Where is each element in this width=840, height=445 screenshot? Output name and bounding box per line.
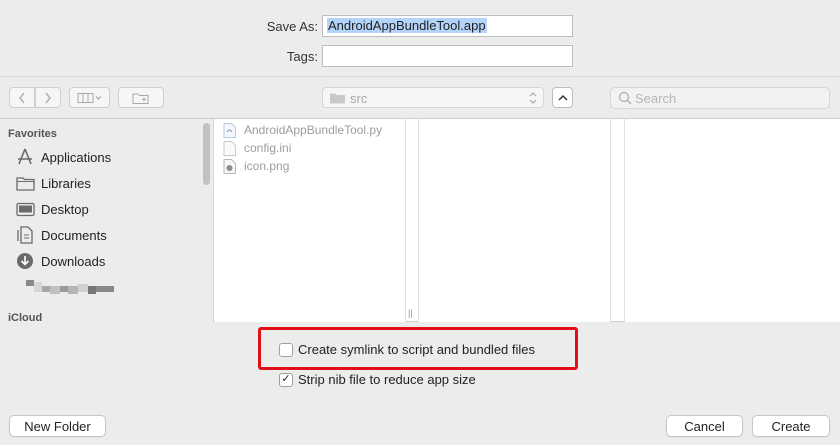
sidebar: Favorites Applications Libraries Desktop… [0, 119, 214, 322]
sidebar-item-applications[interactable]: Applications [15, 146, 111, 168]
save-as-value: AndroidAppBundleTool.app [327, 18, 487, 33]
strip-nib-option[interactable]: ✓ Strip nib file to reduce app size [279, 372, 476, 387]
symlink-label: Create symlink to script and bundled fil… [298, 342, 536, 357]
preview-column [624, 119, 840, 322]
document-icon [223, 140, 236, 156]
sidebar-item-desktop[interactable]: Desktop [15, 198, 89, 220]
create-button[interactable]: Create [752, 415, 830, 437]
toolbar: src Search [0, 77, 840, 119]
list-item[interactable]: config.ini [223, 139, 291, 157]
save-as-input[interactable]: AndroidAppBundleTool.app [322, 15, 573, 37]
search-placeholder: Search [635, 91, 677, 106]
path-current-label: src [350, 91, 368, 106]
forward-button[interactable] [35, 87, 61, 108]
back-button[interactable] [9, 87, 35, 108]
sidebar-item-label: Downloads [41, 253, 106, 269]
new-folder-icon [132, 91, 150, 105]
new-folder-button[interactable]: New Folder [9, 415, 106, 437]
tags-label: Tags: [286, 49, 318, 64]
list-item[interactable]: AndroidAppBundleTool.py [223, 121, 382, 139]
path-popup[interactable]: src [322, 87, 544, 108]
tags-row: Tags: [0, 45, 840, 69]
file-name: AndroidAppBundleTool.py [244, 123, 383, 137]
icloud-heading: iCloud [8, 312, 43, 322]
files-column: AndroidAppBundleTool.py config.ini icon.… [215, 119, 406, 322]
chevron-right-icon [44, 92, 52, 104]
chevron-up-icon [557, 94, 568, 102]
sidebar-item-label: Applications [41, 149, 112, 165]
python-file-icon [223, 122, 236, 138]
image-file-icon [223, 158, 236, 174]
sidebar-item-downloads[interactable]: Downloads [15, 250, 105, 272]
sidebar-item-documents[interactable]: Documents [15, 224, 107, 246]
favorites-heading: Favorites [8, 128, 57, 140]
sidebar-scrollbar[interactable] [203, 123, 210, 185]
new-folder-toolbar-button[interactable] [118, 87, 164, 108]
file-name: icon.png [244, 159, 290, 173]
redacted-item [26, 280, 114, 294]
file-browser: Favorites Applications Libraries Desktop… [0, 119, 840, 322]
strip-nib-label: Strip nib file to reduce app size [298, 372, 476, 387]
downloads-icon [15, 252, 35, 270]
symlink-checkbox[interactable] [279, 342, 293, 357]
search-field[interactable]: Search [610, 87, 830, 109]
folder-icon [15, 174, 35, 192]
list-item[interactable]: icon.png [223, 157, 289, 175]
sidebar-item-libraries[interactable]: Libraries [15, 172, 91, 194]
strip-nib-checkbox[interactable]: ✓ [279, 372, 293, 387]
folder-icon [329, 91, 346, 108]
tags-input[interactable] [322, 45, 573, 67]
sidebar-item-label: Desktop [41, 201, 89, 217]
view-mode-button[interactable] [69, 87, 110, 108]
chevron-left-icon [18, 92, 26, 104]
save-as-label: Save As: [266, 19, 318, 34]
symlink-option[interactable]: Create symlink to script and bundled fil… [279, 342, 535, 357]
empty-column [418, 119, 611, 322]
documents-icon [15, 226, 35, 244]
column-view-icon [77, 92, 103, 104]
column-resize-handle[interactable]: || [408, 308, 413, 318]
chevron-updown-icon [529, 91, 537, 108]
save-panel-header: Save As: AndroidAppBundleTool.app Tags: [0, 0, 840, 77]
options-panel: Create symlink to script and bundled fil… [0, 322, 840, 445]
file-name: config.ini [244, 141, 292, 155]
search-icon [618, 91, 632, 108]
applications-icon [15, 148, 35, 166]
sidebar-item-label: Libraries [41, 175, 91, 191]
cancel-button[interactable]: Cancel [666, 415, 743, 437]
expand-toggle-button[interactable] [552, 87, 573, 108]
sidebar-item-label: Documents [41, 227, 107, 243]
desktop-icon [15, 200, 35, 218]
save-as-row: Save As: AndroidAppBundleTool.app [0, 15, 840, 39]
